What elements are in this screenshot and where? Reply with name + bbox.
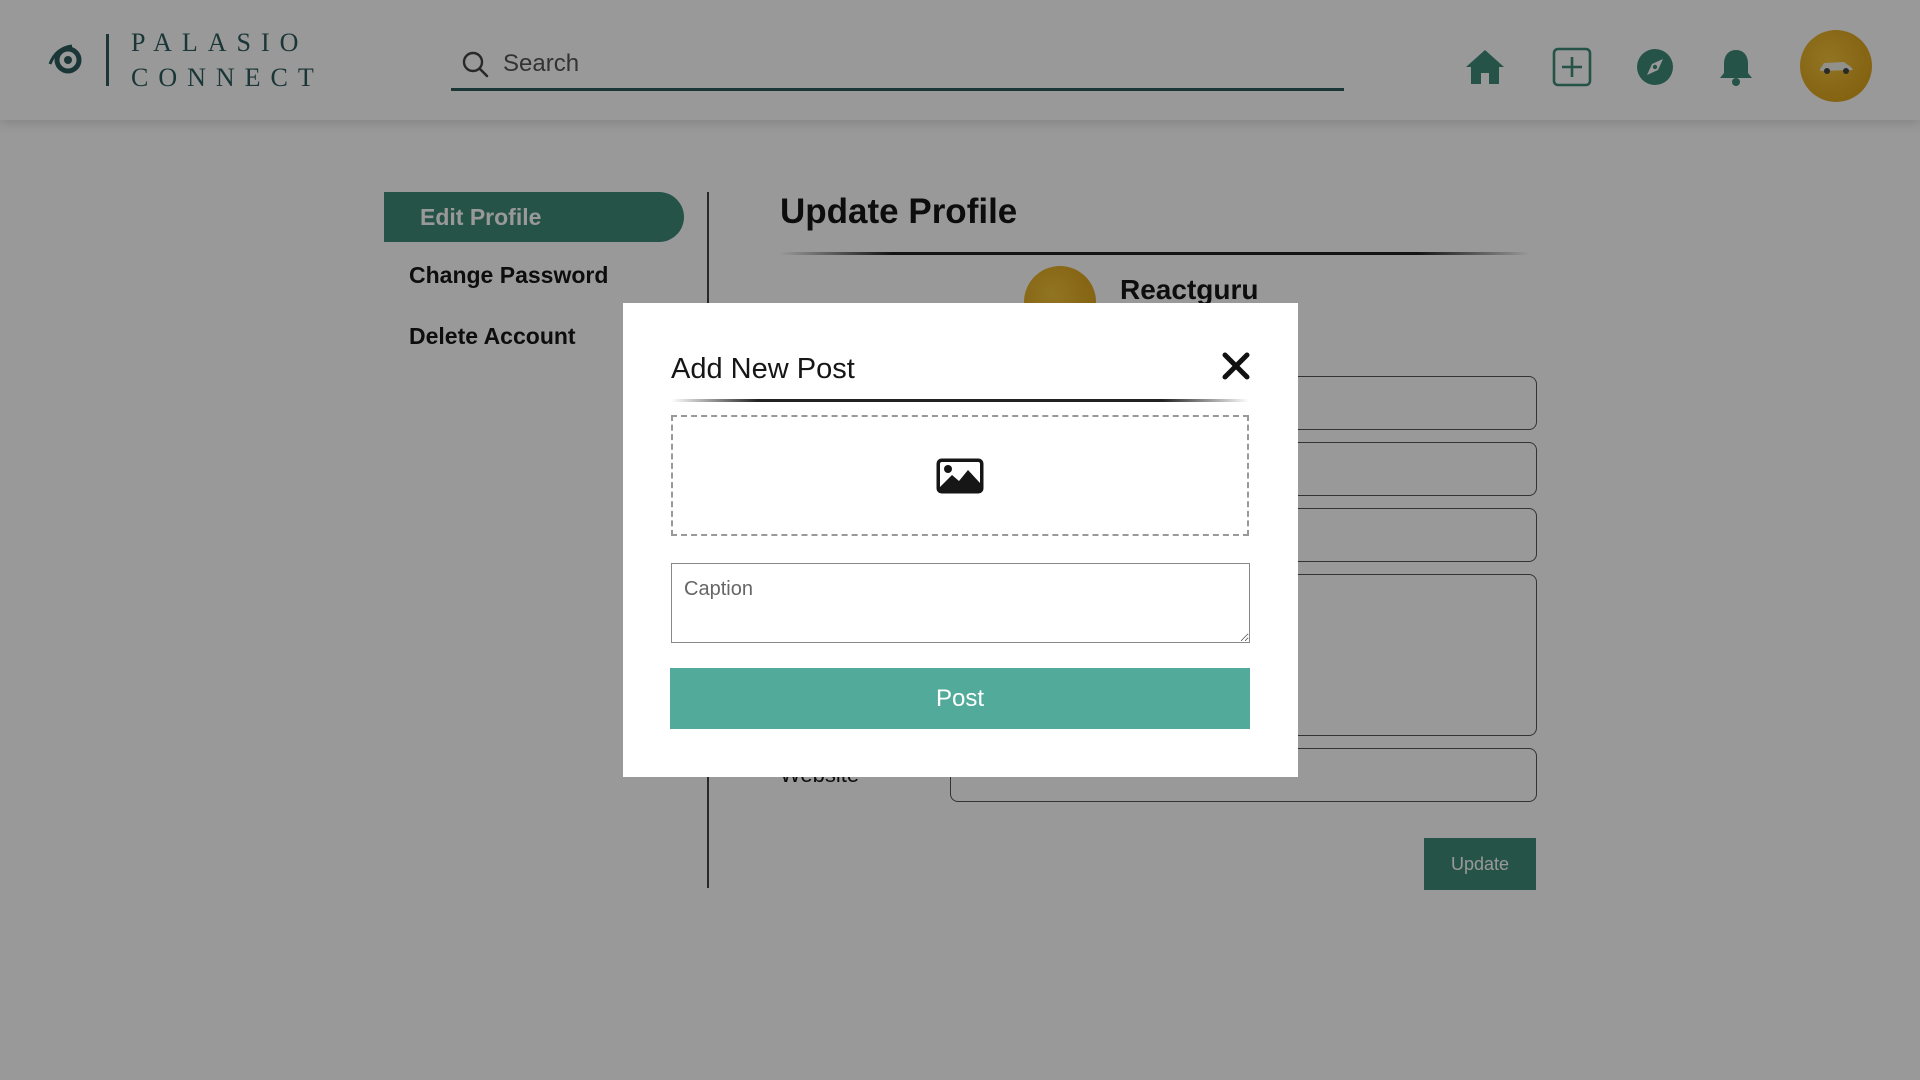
caption-input[interactable] (671, 563, 1250, 643)
post-button[interactable]: Post (670, 668, 1250, 729)
modal-divider (671, 399, 1249, 402)
close-icon (1222, 352, 1250, 380)
image-upload-dropzone[interactable] (671, 415, 1249, 536)
modal-title: Add New Post (671, 353, 855, 385)
add-post-modal: Add New Post Post (623, 303, 1298, 777)
image-icon (936, 458, 984, 493)
close-button[interactable] (1221, 351, 1251, 381)
